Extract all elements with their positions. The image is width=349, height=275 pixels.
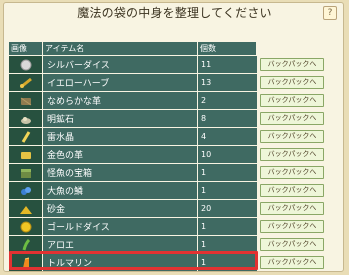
action-cell: バックパックへ — [257, 56, 339, 73]
action-cell: バックパックへ — [257, 146, 339, 163]
item-name: イエローハーブ — [43, 74, 198, 91]
action-cell: バックパックへ — [257, 92, 339, 109]
aloe-icon — [22, 238, 30, 250]
item-count: 4 — [198, 128, 257, 145]
table-row: ゴールドダイス 1 バックパックへ — [9, 218, 339, 235]
move-to-backpack-button[interactable]: バックパックへ — [260, 94, 324, 107]
golden-leather-icon — [20, 151, 31, 159]
move-to-backpack-button[interactable]: バックパックへ — [260, 184, 324, 197]
table-row: 怪魚の宝箱 1 バックパックへ — [9, 164, 339, 181]
table-row: 砂金 20 バックパックへ — [9, 200, 339, 217]
item-image — [9, 164, 43, 181]
item-name: ゴールドダイス — [43, 218, 198, 235]
item-name: トルマリン — [43, 254, 198, 271]
header-count: 個数 — [198, 42, 257, 55]
move-to-backpack-button[interactable]: バックパックへ — [260, 202, 324, 215]
item-name: 大魚の鱗 — [43, 182, 198, 199]
smooth-leather-icon — [20, 97, 31, 105]
move-to-backpack-button[interactable]: バックパックへ — [260, 112, 324, 125]
item-name: 雷水晶 — [43, 128, 198, 145]
table-row: 大魚の鱗 1 バックパックへ — [9, 182, 339, 199]
gold-dice-icon — [20, 221, 31, 232]
item-list: シルバーダイス 11 バックパックへ イエローハーブ 13 バックパックへ なめ… — [9, 56, 339, 272]
move-to-backpack-button[interactable]: バックパックへ — [260, 238, 324, 251]
action-cell: バックパックへ — [257, 236, 339, 253]
item-image — [9, 182, 43, 199]
table-row: 金色の革 10 バックパックへ — [9, 146, 339, 163]
table-row: 明鉱石 8 バックパックへ — [9, 110, 339, 127]
action-cell: バックパックへ — [257, 182, 339, 199]
item-image — [9, 128, 43, 145]
table-row: なめらかな革 2 バックパックへ — [9, 92, 339, 109]
item-count: 20 — [198, 200, 257, 217]
item-count: 1 — [198, 254, 257, 271]
item-name: 明鉱石 — [43, 110, 198, 127]
item-image — [9, 218, 43, 235]
header-item-name: アイテム名 — [43, 42, 198, 55]
action-cell: バックパックへ — [257, 218, 339, 235]
ore-icon — [20, 116, 31, 124]
table-row: トルマリン 1 バックパックへ — [9, 254, 339, 271]
table-row: 雷水晶 4 バックパックへ — [9, 128, 339, 145]
item-count: 8 — [198, 110, 257, 127]
move-to-backpack-button[interactable]: バックパックへ — [260, 166, 324, 179]
header-image: 画像 — [9, 42, 43, 55]
item-image — [9, 254, 43, 271]
move-to-backpack-button[interactable]: バックパックへ — [260, 76, 324, 89]
item-name: 怪魚の宝箱 — [43, 164, 198, 181]
action-cell: バックパックへ — [257, 74, 339, 91]
table-row: イエローハーブ 13 バックパックへ — [9, 74, 339, 91]
item-count: 13 — [198, 74, 257, 91]
move-to-backpack-button[interactable]: バックパックへ — [260, 148, 324, 161]
move-to-backpack-button[interactable]: バックパックへ — [260, 58, 324, 71]
item-count: 1 — [198, 164, 257, 181]
thunder-crystal-icon — [21, 130, 30, 143]
table-row: シルバーダイス 11 バックパックへ — [9, 56, 339, 73]
item-image — [9, 92, 43, 109]
item-name: シルバーダイス — [43, 56, 198, 73]
item-image — [9, 146, 43, 163]
item-count: 1 — [198, 218, 257, 235]
item-count: 1 — [198, 182, 257, 199]
move-to-backpack-button[interactable]: バックパックへ — [260, 220, 324, 233]
fish-scale-icon — [20, 186, 31, 195]
item-name: アロエ — [43, 236, 198, 253]
gold-dust-icon — [19, 205, 32, 214]
item-name: 金色の革 — [43, 146, 198, 163]
move-to-backpack-button[interactable]: バックパックへ — [260, 256, 324, 269]
action-cell: バックパックへ — [257, 110, 339, 127]
silver-dice-icon — [20, 59, 31, 70]
table-row: アロエ 1 バックパックへ — [9, 236, 339, 253]
dialog-title: 魔法の袋の中身を整理してください — [77, 6, 272, 20]
item-name: 砂金 — [43, 200, 198, 217]
fish-treasure-chest-icon — [20, 168, 31, 178]
item-count: 10 — [198, 146, 257, 163]
item-name: なめらかな革 — [43, 92, 198, 109]
move-to-backpack-button[interactable]: バックパックへ — [260, 130, 324, 143]
table-header: 画像 アイテム名 個数 — [9, 42, 257, 55]
item-image — [9, 110, 43, 127]
item-count: 2 — [198, 92, 257, 109]
action-cell: バックパックへ — [257, 254, 339, 271]
action-cell: バックパックへ — [257, 164, 339, 181]
action-cell: バックパックへ — [257, 128, 339, 145]
yellow-herb-icon — [19, 77, 32, 88]
item-image — [9, 236, 43, 253]
item-count: 1 — [198, 236, 257, 253]
item-image — [9, 74, 43, 91]
item-image — [9, 56, 43, 73]
item-image — [9, 200, 43, 217]
item-count: 11 — [198, 56, 257, 73]
action-cell: バックパックへ — [257, 200, 339, 217]
tourmaline-icon — [22, 257, 29, 268]
